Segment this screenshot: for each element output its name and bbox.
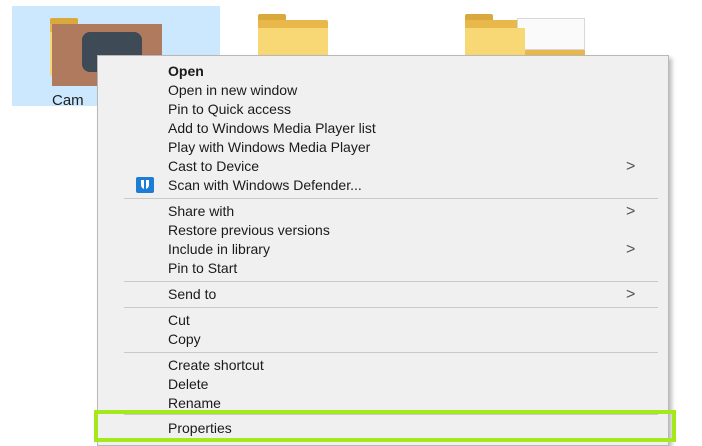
menu-item-label: Scan with Windows Defender... — [168, 177, 362, 193]
chevron-right-icon: > — [626, 241, 636, 258]
menu-item-add-wmp-list[interactable]: Add to Windows Media Player list — [98, 119, 668, 138]
menu-item-delete[interactable]: Delete — [98, 375, 668, 394]
menu-item-label: Send to — [168, 286, 217, 302]
menu-item-pin-start[interactable]: Pin to Start — [98, 259, 668, 278]
menu-item-copy[interactable]: Copy — [98, 330, 668, 349]
menu-item-send-to[interactable]: Send to > — [98, 285, 668, 304]
menu-item-cast-to-device[interactable]: Cast to Device > — [98, 157, 668, 176]
chevron-right-icon: > — [626, 158, 636, 175]
menu-item-label: Open — [168, 63, 204, 79]
menu-item-cut[interactable]: Cut — [98, 311, 668, 330]
folder-label: Cam — [52, 92, 84, 109]
menu-item-label: Share with — [168, 203, 235, 219]
menu-item-restore-versions[interactable]: Restore previous versions — [98, 221, 668, 240]
menu-separator — [124, 198, 658, 199]
menu-item-create-shortcut[interactable]: Create shortcut — [98, 356, 668, 375]
menu-item-label: Pin to Quick access — [168, 101, 291, 117]
menu-item-label: Include in library — [168, 241, 270, 257]
menu-separator — [124, 307, 658, 308]
menu-item-open-new-window[interactable]: Open in new window — [98, 81, 668, 100]
windows-defender-icon — [136, 177, 154, 193]
chevron-right-icon: > — [626, 203, 636, 220]
menu-separator — [124, 281, 658, 282]
menu-item-label: Cast to Device — [168, 158, 260, 174]
menu-item-label: Open in new window — [168, 82, 298, 98]
menu-item-label: Copy — [168, 331, 201, 347]
chevron-right-icon: > — [626, 286, 636, 303]
menu-item-pin-quick-access[interactable]: Pin to Quick access — [98, 100, 668, 119]
menu-item-open[interactable]: Open — [98, 62, 668, 81]
menu-item-scan-defender[interactable]: Scan with Windows Defender... — [98, 176, 668, 195]
menu-item-label: Cut — [168, 312, 190, 328]
menu-item-label: Delete — [168, 376, 209, 392]
menu-item-share-with[interactable]: Share with > — [98, 202, 668, 221]
menu-item-play-wmp[interactable]: Play with Windows Media Player — [98, 138, 668, 157]
properties-highlight-box — [94, 410, 676, 442]
menu-item-label: Add to Windows Media Player list — [168, 120, 376, 136]
menu-item-include-library[interactable]: Include in library > — [98, 240, 668, 259]
context-menu: Open Open in new window Pin to Quick acc… — [97, 55, 669, 446]
menu-item-label: Restore previous versions — [168, 222, 330, 238]
menu-separator — [124, 352, 658, 353]
menu-item-label: Play with Windows Media Player — [168, 139, 371, 155]
menu-item-label: Create shortcut — [168, 357, 264, 373]
menu-item-label: Pin to Start — [168, 260, 238, 276]
explorer-file-view: Cam Open Open in new window Pin to Quick… — [0, 0, 702, 446]
